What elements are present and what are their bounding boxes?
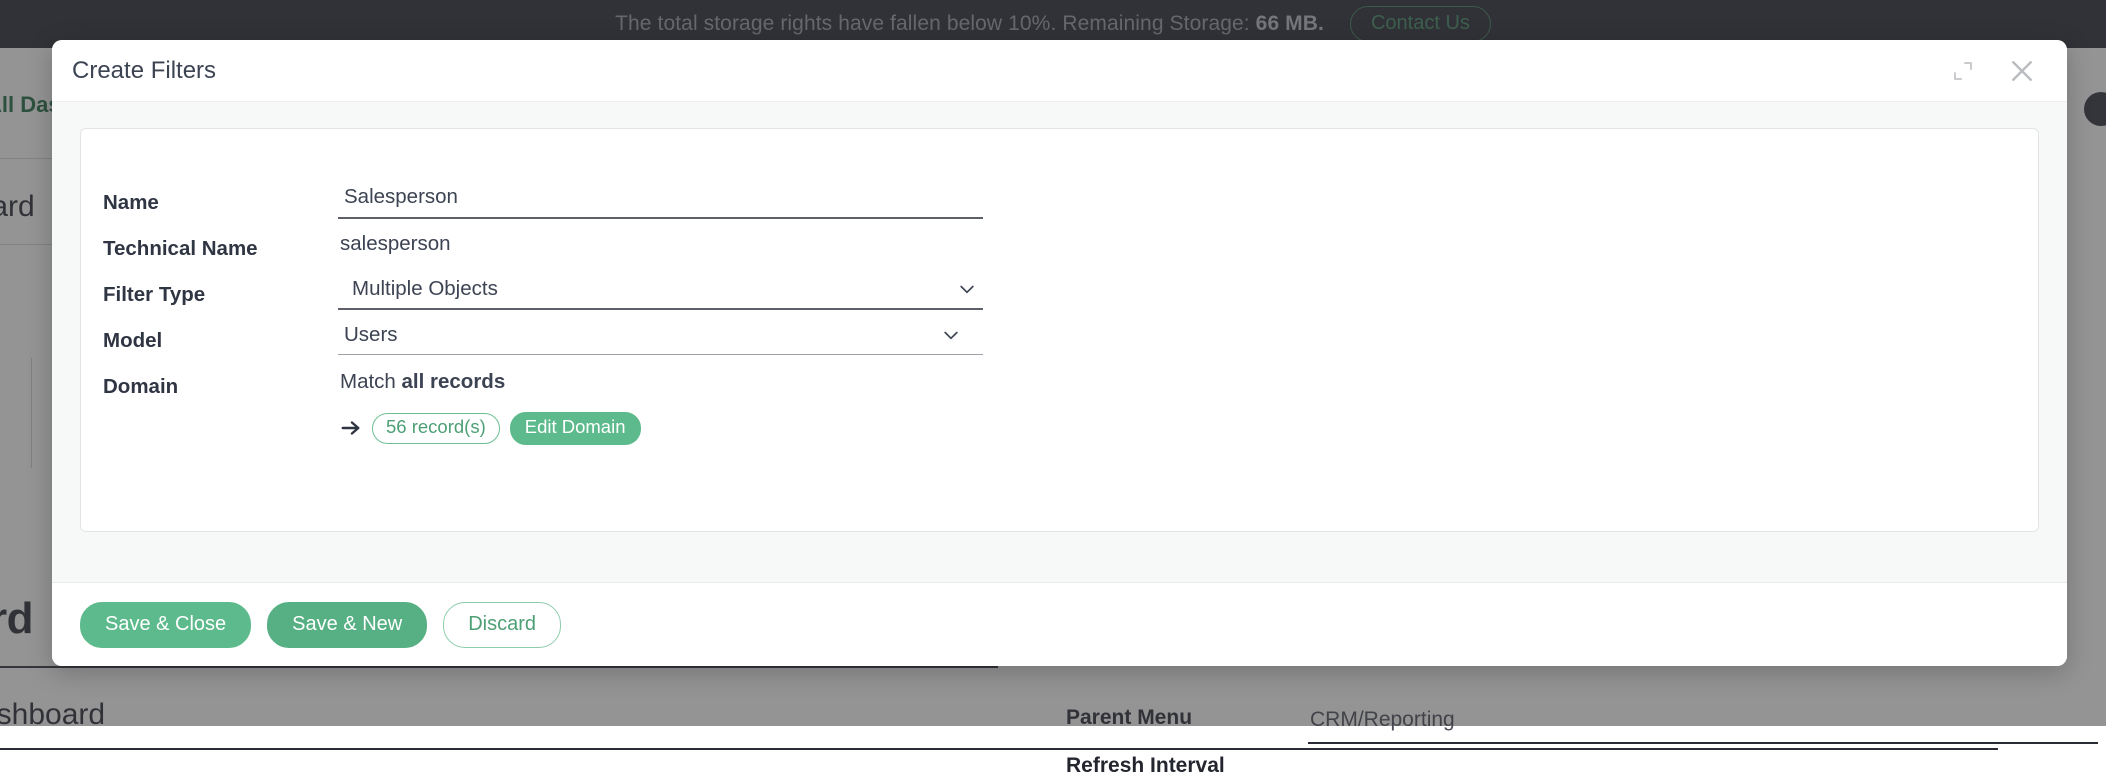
- domain-label: Domain: [103, 367, 338, 413]
- create-filters-dialog: Create Filters Name: [52, 40, 2067, 666]
- close-button[interactable]: [2003, 52, 2041, 90]
- domain-match-text: Match all records: [338, 367, 983, 394]
- domain-match-target: all records: [402, 370, 506, 393]
- filter-type-label: Filter Type: [103, 275, 338, 321]
- domain-match-prefix: Match: [340, 370, 402, 393]
- technical-name-value: salesperson: [338, 229, 983, 264]
- domain-field-wrap: Match all records 56 record(s) Edit Doma…: [338, 367, 983, 445]
- dialog-header-actions: [1947, 52, 2041, 90]
- model-select[interactable]: Users: [338, 321, 983, 355]
- save-and-close-button[interactable]: Save & Close: [80, 602, 251, 648]
- dialog-title: Create Filters: [72, 57, 1947, 85]
- technical-name-value-wrap: salesperson: [338, 229, 983, 275]
- dialog-header: Create Filters: [52, 40, 2067, 102]
- arrow-right-icon: [340, 417, 362, 439]
- filter-form-sheet: Name Technical Name salesperson Filter T…: [80, 128, 2039, 532]
- name-input[interactable]: [338, 183, 983, 219]
- name-label: Name: [103, 183, 338, 229]
- edit-domain-button[interactable]: Edit Domain: [510, 412, 641, 445]
- domain-actions: 56 record(s) Edit Domain: [338, 394, 983, 445]
- technical-name-label: Technical Name: [103, 229, 338, 275]
- background-field-underline-2: [0, 748, 1998, 750]
- filter-form: Name Technical Name salesperson Filter T…: [103, 183, 2038, 445]
- model-field-wrap: Users: [338, 321, 983, 367]
- dialog-footer: Save & Close Save & New Discard: [52, 582, 2067, 666]
- name-field-wrap: [338, 183, 983, 229]
- filter-type-field-wrap: Multiple Objects: [338, 275, 983, 321]
- expand-icon: [1951, 59, 1975, 83]
- background-refresh-interval-label: Refresh Interval: [1066, 754, 1225, 778]
- close-icon: [2007, 56, 2037, 86]
- model-label: Model: [103, 321, 338, 367]
- discard-button[interactable]: Discard: [443, 602, 561, 648]
- dialog-body: Name Technical Name salesperson Filter T…: [52, 102, 2067, 582]
- record-count-badge[interactable]: 56 record(s): [372, 413, 500, 444]
- background-parent-menu-underline: [1308, 742, 2098, 744]
- expand-button[interactable]: [1947, 55, 1979, 87]
- filter-type-select[interactable]: Multiple Objects: [338, 275, 983, 310]
- save-and-new-button[interactable]: Save & New: [267, 602, 427, 648]
